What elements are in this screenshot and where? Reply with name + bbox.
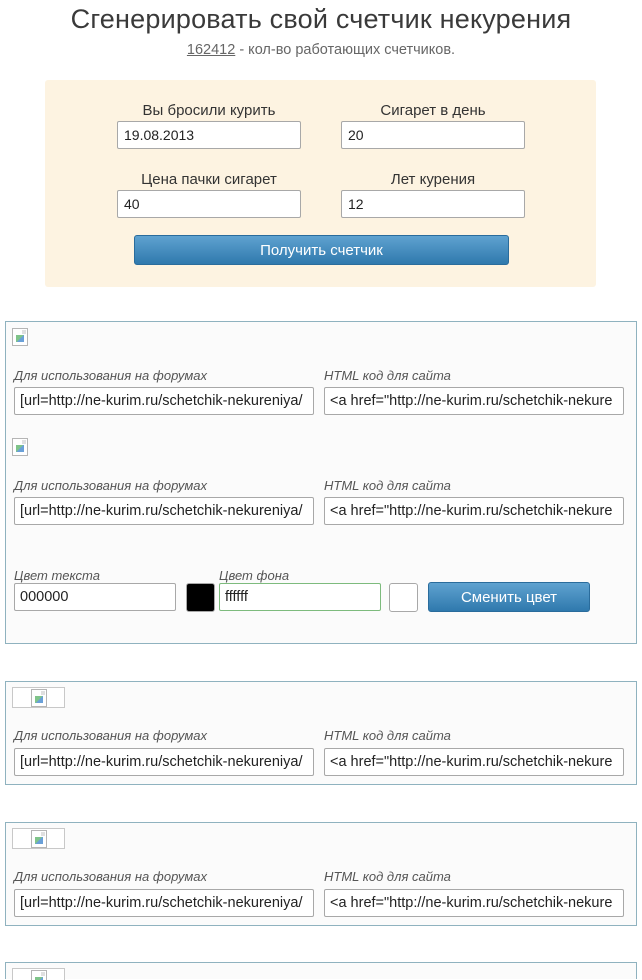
forum-code-input[interactable] xyxy=(14,889,314,917)
smoking-years-label: Лет курения xyxy=(390,171,476,188)
forum-code-input[interactable] xyxy=(14,497,314,525)
quit-date-label: Вы бросили курить xyxy=(142,102,276,119)
html-code-input[interactable] xyxy=(324,748,624,776)
counter-panel-3: Для использования на форумах HTML код дл… xyxy=(5,822,637,926)
html-code-input[interactable] xyxy=(324,497,624,525)
forum-code-label: Для использования на форумах xyxy=(14,478,208,493)
counter-panel-2: Для использования на форумах HTML код дл… xyxy=(5,681,637,785)
counter-image xyxy=(12,828,65,849)
forum-code-label: Для использования на форумах xyxy=(14,869,208,884)
broken-image-icon xyxy=(31,689,47,707)
bg-color-swatch[interactable] xyxy=(389,583,418,612)
text-color-swatch[interactable] xyxy=(186,583,215,612)
html-code-input[interactable] xyxy=(324,889,624,917)
pack-price-input[interactable] xyxy=(117,190,301,218)
counter-panel-4 xyxy=(5,962,637,980)
cigs-per-day-group: Сигарет в день xyxy=(341,101,525,149)
html-code-label: HTML код для сайта xyxy=(324,728,451,743)
quit-date-group: Вы бросили курить xyxy=(117,101,301,149)
text-color-input[interactable] xyxy=(14,583,176,611)
bg-color-input[interactable] xyxy=(219,583,381,611)
forum-code-label: Для использования на форумах xyxy=(14,368,208,383)
html-code-input[interactable] xyxy=(324,387,624,415)
counter-image xyxy=(12,687,65,708)
counter-value-link[interactable]: 162412 xyxy=(187,42,235,58)
broken-image-icon xyxy=(12,328,28,346)
smoking-years-input[interactable] xyxy=(341,190,525,218)
forum-code-input[interactable] xyxy=(14,748,314,776)
page-title: Сгенерировать свой счетчик некурения xyxy=(70,4,572,34)
pack-price-group: Цена пачки сигарет xyxy=(117,170,301,218)
html-code-label: HTML код для сайта xyxy=(324,368,451,383)
bg-color-label: Цвет фона xyxy=(219,568,290,583)
forum-code-input[interactable] xyxy=(14,387,314,415)
get-counter-button[interactable]: Получить счетчик xyxy=(134,235,509,265)
cigs-per-day-label: Сигарет в день xyxy=(380,102,486,119)
smoking-years-group: Лет курения xyxy=(341,170,525,218)
quit-date-input[interactable] xyxy=(117,121,301,149)
counter-summary: 162412 - кол-во работающих счетчиков. xyxy=(0,42,642,58)
counter-image xyxy=(12,968,65,980)
change-color-button[interactable]: Сменить цвет xyxy=(428,582,590,612)
broken-image-icon xyxy=(31,830,47,848)
pack-price-label: Цена пачки сигарет xyxy=(141,171,277,188)
html-code-label: HTML код для сайта xyxy=(324,869,451,884)
generator-form: Вы бросили курить Сигарет в день Цена па… xyxy=(45,80,596,287)
counter-panel-1: Для использования на форумах HTML код дл… xyxy=(5,321,637,644)
text-color-label: Цвет текста xyxy=(14,568,100,583)
broken-image-icon xyxy=(12,438,28,456)
cigs-per-day-input[interactable] xyxy=(341,121,525,149)
forum-code-label: Для использования на форумах xyxy=(14,728,208,743)
counter-description: - кол-во работающих счетчиков. xyxy=(235,42,456,58)
html-code-label: HTML код для сайта xyxy=(324,478,451,493)
